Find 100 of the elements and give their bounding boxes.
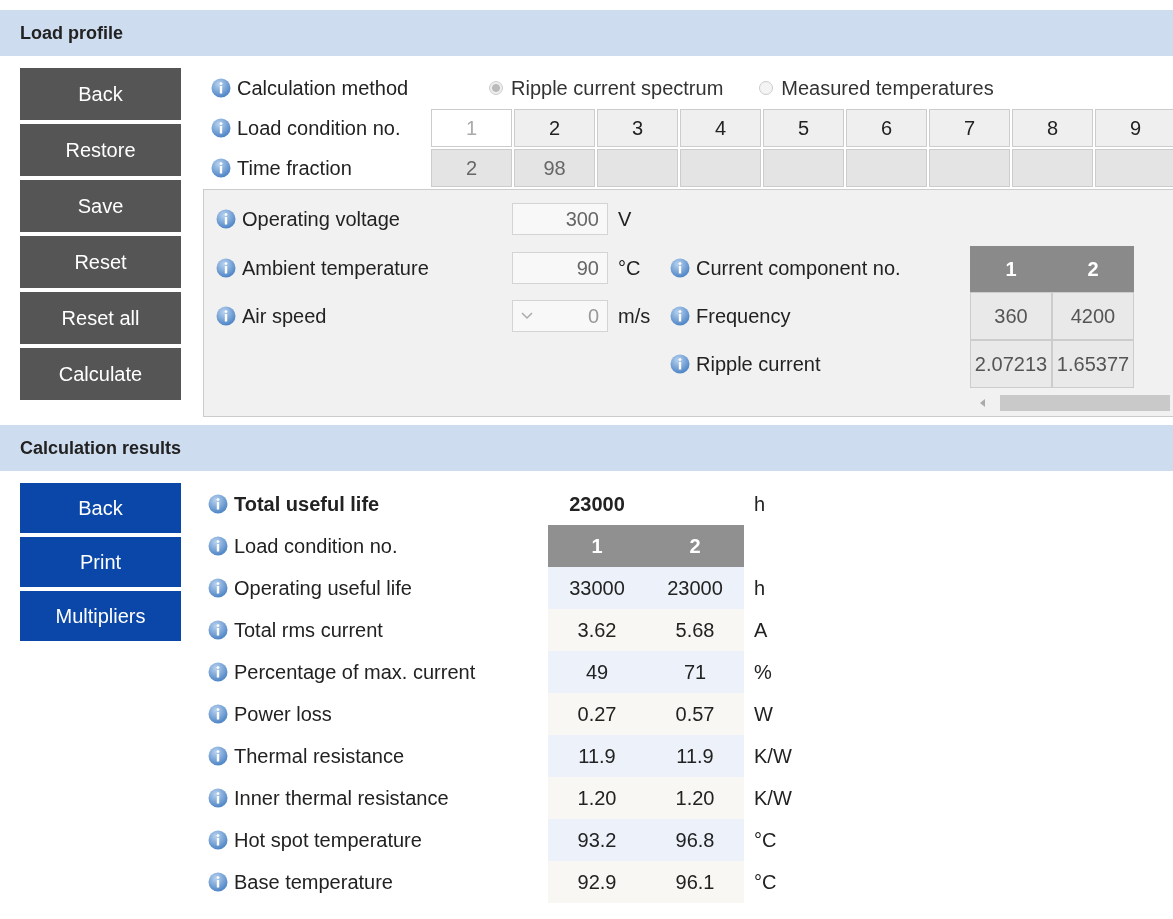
field-label: Operating voltage — [242, 207, 400, 231]
table-cell: 11.9 — [548, 735, 646, 777]
info-icon[interactable] — [216, 306, 236, 326]
field-label: Calculation method — [237, 76, 409, 100]
time-fraction-cell: 2 — [431, 149, 512, 187]
field-label: Ripple current — [696, 352, 821, 376]
info-icon[interactable] — [216, 258, 236, 278]
load-condition-tab[interactable]: 8 — [1012, 109, 1093, 147]
action-button[interactable]: Reset all — [20, 292, 181, 344]
unit-label: °C — [753, 870, 778, 894]
load-condition-tab[interactable]: 5 — [763, 109, 844, 147]
section-title: Calculation results — [20, 437, 182, 459]
unit-label: h — [753, 576, 767, 600]
info-icon[interactable] — [208, 872, 228, 892]
column-header: 1 — [970, 246, 1052, 292]
radio-button[interactable] — [759, 81, 774, 95]
field-label: Frequency — [696, 304, 791, 328]
action-button[interactable]: Back — [20, 68, 181, 120]
action-button[interactable]: Save — [20, 180, 181, 232]
table-cell: 5.68 — [646, 609, 744, 651]
table-cell: 92.9 — [548, 861, 646, 903]
load-condition-tab[interactable]: 4 — [680, 109, 761, 147]
unit-label: V — [617, 207, 633, 231]
unit-label: °C — [617, 256, 642, 280]
radio-button[interactable] — [489, 81, 503, 95]
info-icon[interactable] — [670, 258, 690, 278]
load-condition-tab[interactable]: 3 — [597, 109, 678, 147]
unit-label: K/W — [753, 744, 793, 768]
info-icon[interactable] — [211, 78, 231, 98]
result-label: Percentage of max. current — [234, 660, 476, 684]
info-icon[interactable] — [211, 158, 231, 178]
column-header: 2 — [1052, 246, 1134, 292]
unit-label: % — [753, 660, 773, 684]
column-header: 2 — [646, 525, 744, 567]
action-button[interactable]: Print — [20, 537, 181, 587]
field-label: Ambient temperature — [242, 256, 429, 280]
unit-label: W — [753, 702, 774, 726]
result-label: Inner thermal resistance — [234, 786, 449, 810]
action-button[interactable]: Calculate — [20, 348, 181, 400]
action-button[interactable]: Back — [20, 483, 181, 533]
section-title: Load profile — [20, 22, 123, 44]
input-field[interactable]: 300 — [512, 203, 608, 235]
info-icon[interactable] — [211, 118, 231, 138]
table-cell: 1.20 — [646, 777, 744, 819]
info-icon[interactable] — [208, 746, 228, 766]
info-icon[interactable] — [216, 209, 236, 229]
load-condition-tab[interactable]: 6 — [846, 109, 927, 147]
field-label: Time fraction — [237, 156, 352, 180]
info-icon[interactable] — [208, 494, 228, 514]
unit-label: °C — [753, 828, 778, 852]
table-cell: 71 — [646, 651, 744, 693]
table-cell: 96.1 — [646, 861, 744, 903]
table-cell[interactable]: 360 — [970, 292, 1052, 340]
table-cell: 0.27 — [548, 693, 646, 735]
result-label: Load condition no. — [234, 534, 398, 558]
action-button[interactable]: Restore — [20, 124, 181, 176]
unit-label: K/W — [753, 786, 793, 810]
unit-label: h — [753, 492, 767, 516]
chevron-down-icon — [521, 312, 533, 320]
result-label: Thermal resistance — [234, 744, 405, 768]
result-label: Total useful life — [234, 492, 380, 516]
info-icon[interactable] — [208, 830, 228, 850]
info-icon[interactable] — [208, 536, 228, 556]
result-label: Hot spot temperature — [234, 828, 422, 852]
radio-label[interactable]: Measured temperatures — [781, 76, 994, 100]
table-cell: 1.20 — [548, 777, 646, 819]
table-cell[interactable]: 4200 — [1052, 292, 1134, 340]
radio-label[interactable]: Ripple current spectrum — [511, 76, 724, 100]
info-icon[interactable] — [208, 662, 228, 682]
input-field[interactable]: 90 — [512, 252, 608, 284]
result-label: Total rms current — [234, 618, 383, 642]
info-icon[interactable] — [670, 354, 690, 374]
load-condition-tab[interactable]: 9 — [1095, 109, 1173, 147]
field-label: Air speed — [242, 304, 327, 328]
scroll-left-icon[interactable] — [980, 399, 986, 407]
time-fraction-cell: 98 — [514, 149, 595, 187]
result-value: 23000 — [568, 492, 626, 516]
result-label: Power loss — [234, 702, 332, 726]
column-header: 1 — [548, 525, 646, 567]
result-label: Operating useful life — [234, 576, 412, 600]
table-cell: 96.8 — [646, 819, 744, 861]
info-icon[interactable] — [670, 306, 690, 326]
action-button[interactable]: Reset — [20, 236, 181, 288]
info-icon[interactable] — [208, 788, 228, 808]
action-button[interactable]: Multipliers — [20, 591, 181, 641]
table-cell[interactable]: 2.07213 — [970, 340, 1052, 388]
table-cell: 0.57 — [646, 693, 744, 735]
load-condition-tab[interactable]: 7 — [929, 109, 1010, 147]
table-cell[interactable]: 1.65377 — [1052, 340, 1134, 388]
load-condition-tab[interactable]: 2 — [514, 109, 595, 147]
table-cell: 49 — [548, 651, 646, 693]
info-icon[interactable] — [208, 620, 228, 640]
table-cell: 3.62 — [548, 609, 646, 651]
info-icon[interactable] — [208, 578, 228, 598]
table-cell: 93.2 — [548, 819, 646, 861]
result-label: Base temperature — [234, 870, 393, 894]
field-label: Current component no. — [696, 256, 901, 280]
table-cell: 33000 — [548, 567, 646, 609]
unit-label: m/s — [617, 304, 652, 328]
info-icon[interactable] — [208, 704, 228, 724]
